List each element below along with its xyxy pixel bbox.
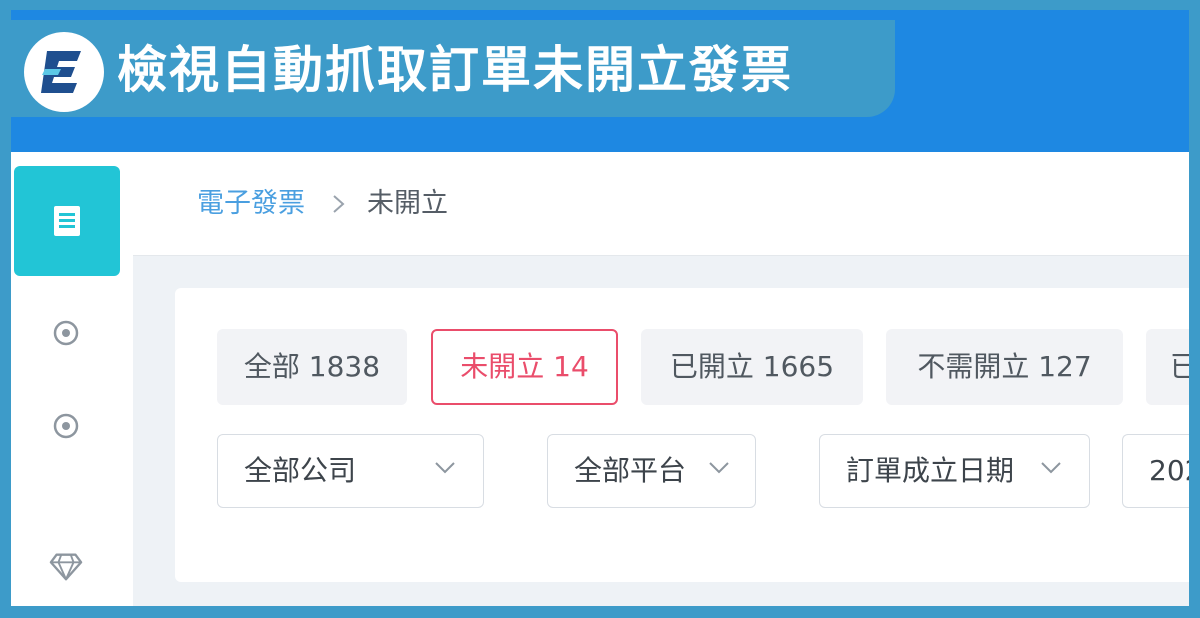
- date-type-select[interactable]: 訂單成立日期: [819, 434, 1090, 508]
- filter-card: 全部 1838 未開立 14 已開立 1665 不需開立 127 已 全部公司 …: [175, 288, 1189, 582]
- company-select[interactable]: 全部公司: [217, 434, 484, 508]
- breadcrumb-separator-icon: [331, 186, 347, 232]
- chevron-down-icon: [435, 462, 455, 474]
- breadcrumb-parent-link[interactable]: 電子發票: [197, 186, 305, 222]
- sidebar-item-invoices[interactable]: [14, 166, 120, 276]
- diamond-icon: [49, 553, 83, 581]
- main-content: 電子發票 未開立 全部 1838 未開立 14 已開立 1665 不需開立 12…: [133, 152, 1189, 606]
- platform-select[interactable]: 全部平台: [547, 434, 756, 508]
- tab-more[interactable]: 已: [1146, 329, 1189, 405]
- company-select-value: 全部公司: [244, 454, 357, 487]
- sidebar: [11, 152, 133, 606]
- dot-circle-icon: [53, 413, 79, 439]
- breadcrumb-current: 未開立: [367, 188, 448, 219]
- tab-issued[interactable]: 已開立 1665: [641, 329, 863, 405]
- platform-select-value: 全部平台: [574, 454, 687, 487]
- tab-all[interactable]: 全部 1838: [217, 329, 407, 405]
- date-range-value: 202: [1149, 454, 1189, 487]
- sidebar-item-2[interactable]: [49, 316, 83, 350]
- receipt-icon: [54, 206, 80, 236]
- banner-title: 檢視自動抓取訂單未開立發票: [117, 41, 793, 99]
- title-banner: 檢視自動抓取訂單未開立發票: [11, 20, 895, 117]
- date-type-select-value: 訂單成立日期: [846, 454, 1015, 487]
- chevron-down-icon: [1041, 462, 1061, 474]
- tab-not-issued[interactable]: 未開立 14: [431, 329, 618, 405]
- outer-frame: 電子發票 未開立 全部 1838 未開立 14 已開立 1665 不需開立 12…: [0, 0, 1200, 618]
- chevron-down-icon: [709, 462, 729, 474]
- dot-circle-icon: [53, 320, 79, 346]
- logo: [24, 32, 104, 112]
- E-logo-icon: [41, 51, 81, 93]
- sidebar-item-3[interactable]: [49, 409, 83, 443]
- sidebar-item-premium[interactable]: [49, 550, 83, 584]
- breadcrumb: 電子發票 未開立: [133, 152, 1189, 256]
- app-window: 電子發票 未開立 全部 1838 未開立 14 已開立 1665 不需開立 12…: [11, 10, 1189, 606]
- date-range-input[interactable]: 202: [1122, 434, 1189, 508]
- tab-not-required[interactable]: 不需開立 127: [886, 329, 1123, 405]
